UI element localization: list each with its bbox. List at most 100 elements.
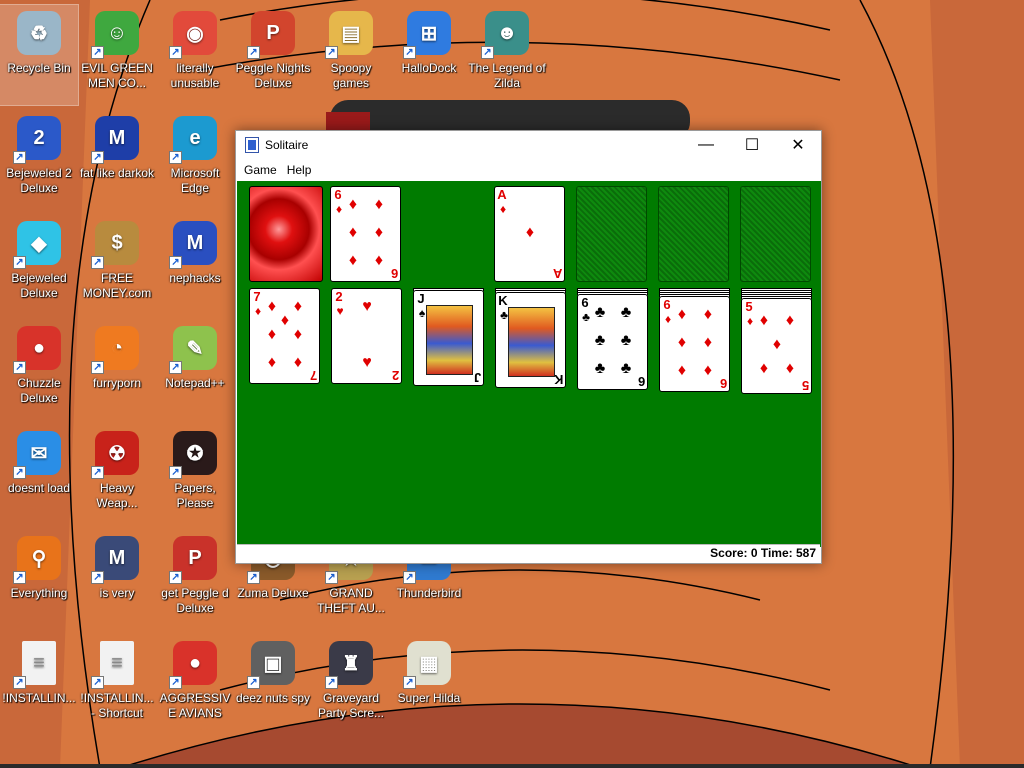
desktop-shortcut-label: Bejeweled 2 Deluxe [6, 166, 72, 195]
card-rank-bottom: 2 [391, 368, 399, 383]
shortcut-arrow-icon: ↗ [91, 676, 104, 689]
money-bag-icon: $ ↗ [91, 219, 141, 269]
tableau-card[interactable]: 7 ♦ 7 ♦ ♦ ♦ ♦ ♦ ♦ ♦ [249, 288, 320, 384]
desktop-shortcut-label: Heavy Weap... [96, 481, 138, 510]
desktop-shortcut[interactable]: M ↗ fat like darkok [78, 110, 156, 210]
desktop-shortcut[interactable]: M ↗ is very [78, 530, 156, 630]
card-pip-icon: ♦ [759, 360, 769, 377]
minimize-button[interactable]: — [683, 131, 729, 159]
desktop-shortcut-label: Notepad++ [165, 376, 225, 390]
desktop-shortcut[interactable]: $ ↗ FREE MONEY.com [78, 215, 156, 315]
desktop-shortcut[interactable]: ☻ ↗ The Legend of Zilda [468, 5, 546, 105]
desktop-shortcut[interactable]: ≡ ↗ !INSTALLIN... - Shortcut [78, 635, 156, 735]
desktop-shortcut[interactable]: ◔ ↗ furryporn [78, 320, 156, 420]
shortcut-arrow-icon: ↗ [91, 46, 104, 59]
stock-pile[interactable] [249, 186, 323, 282]
card-pip-icon: ♦ [374, 196, 384, 213]
tableau-card[interactable]: 2 ♥ 2 ♥ ♥ [331, 288, 402, 384]
card-rank-bottom: 6 [719, 376, 727, 391]
desktop-shortcut[interactable]: ▦ ↗ Super Hilda [390, 635, 468, 735]
tableau-card[interactable]: 6 ♣ 6 ♣ ♣ ♣ ♣ ♣ ♣ [577, 294, 648, 390]
desktop-shortcut[interactable]: ≡ ↗ !INSTALLIN... [0, 635, 78, 735]
desktop-shortcut[interactable]: ◉ ↗ literally unusable [156, 5, 234, 105]
menu-game[interactable]: Game [240, 163, 281, 177]
desktop-shortcut[interactable]: ☺ ↗ EVIL GREEN MEN CO... [78, 5, 156, 105]
card-rank: K [498, 293, 508, 308]
game-table[interactable]: 6 ♦ 6 ♦ ♦ ♦ ♦ ♦ ♦ A ♦ A ♦ 7 ♦ 7 ♦ ♦ ♦ ♦ ♦ ♦ ♦ 2 ♥ 2 ♥ ♥ J ♠ J K ♣ K 6 ♣ 6 ♣… [237, 181, 821, 547]
tableau-card[interactable]: J ♠ J [413, 290, 484, 386]
desktop-shortcut-label: furryporn [92, 376, 142, 390]
card-rank-bottom: K [553, 372, 563, 387]
shortcut-arrow-icon: ↗ [247, 676, 260, 689]
card-pip-icon: ♦ [293, 354, 303, 371]
desktop-shortcut[interactable]: M ↗ nephacks [156, 215, 234, 315]
gem-icon: ◆ ↗ [13, 219, 63, 269]
card-rank: 6 [663, 297, 671, 312]
card-rank-bottom: 7 [309, 368, 317, 383]
shortcut-arrow-icon: ↗ [91, 466, 104, 479]
desktop-shortcut-label: is very [99, 586, 135, 600]
chrome-icon: ◉ ↗ [169, 9, 219, 59]
foundation-slot-empty[interactable] [658, 186, 729, 282]
desktop-shortcut-label: doesnt load [7, 481, 71, 495]
shortcut-arrow-icon: ↗ [91, 151, 104, 164]
desktop-shortcut[interactable]: ⊞ ↗ HalloDock [390, 5, 468, 105]
desktop-shortcut[interactable]: P ↗ get Peggle d Deluxe [156, 530, 234, 630]
desktop-shortcut[interactable]: P ↗ Peggle Nights Deluxe [234, 5, 312, 105]
maximize-button[interactable]: ☐ [729, 131, 775, 159]
desktop-shortcut-label: AGGRESSIVE AVIANS [159, 691, 231, 720]
mpi-icon: M ↗ [91, 534, 141, 584]
shortcut-arrow-icon: ↗ [13, 151, 26, 164]
desktop-shortcut-label: !INSTALLIN... [2, 691, 76, 705]
card-suit-icon: ♦ [254, 304, 262, 318]
desktop-shortcut[interactable]: ⚲ ↗ Everything [0, 530, 78, 630]
desktop-shortcut-label: Spoopy games [330, 61, 372, 90]
windows-logo-icon: ⊞ ↗ [403, 9, 453, 59]
desktop-shortcut[interactable]: ✎ ↗ Notepad++ [156, 320, 234, 420]
desktop-shortcut[interactable]: ● ↗ AGGRESSIVE AVIANS [156, 635, 234, 735]
foundation-card[interactable]: A ♦ A ♦ [494, 186, 565, 282]
card-rank: 5 [745, 299, 753, 314]
papers-please-icon: ✪ ↗ [169, 429, 219, 479]
desktop-shortcut[interactable]: 2 ↗ Bejeweled 2 Deluxe [0, 110, 78, 210]
card-pip-icon: ♦ [267, 354, 277, 371]
card-pip-icon: ♦ [703, 334, 713, 351]
angry-bird-icon: ● ↗ [169, 639, 219, 689]
menu-help[interactable]: Help [283, 163, 316, 177]
desktop-shortcut[interactable]: ▤ ↗ Spoopy games [312, 5, 390, 105]
desktop-shortcut[interactable]: ♜ ↗ Graveyard Party Scre... [312, 635, 390, 735]
window-title: Solitaire [265, 138, 309, 152]
title-bar[interactable]: Solitaire — ☐ ✕ [236, 131, 821, 159]
status-bar: Score: 0 Time: 587 [237, 544, 820, 562]
foundation-slot-empty[interactable] [576, 186, 647, 282]
tableau-card[interactable]: 5 ♦ 5 ♦ ♦ ♦ ♦ ♦ [741, 298, 812, 394]
desktop-shortcut-label: Microsoft Edge [170, 166, 220, 195]
close-button[interactable]: ✕ [775, 131, 821, 159]
shortcut-arrow-icon: ↗ [169, 571, 182, 584]
desktop-shortcut-label: Papers, Please [174, 481, 216, 510]
card-pip-icon: ♥ [362, 354, 372, 371]
desktop-shortcut[interactable]: e ↗ Microsoft Edge [156, 110, 234, 210]
card-rank: J [417, 291, 425, 306]
foundation-slot-empty[interactable] [740, 186, 811, 282]
desktop-shortcut[interactable]: ◆ ↗ Bejeweled Deluxe [0, 215, 78, 315]
desktop-shortcut[interactable]: ♻ Recycle Bin [0, 4, 79, 106]
green-men-icon: ☺ ↗ [91, 9, 141, 59]
desktop-shortcut[interactable]: ● ↗ Chuzzle Deluxe [0, 320, 78, 420]
shortcut-arrow-icon: ↗ [403, 676, 416, 689]
desktop-shortcut[interactable]: ✉ ↗ doesnt load [0, 425, 78, 525]
card-pip-icon: ♦ [293, 326, 303, 343]
card-rank: A [497, 187, 507, 202]
desktop-shortcut[interactable]: ▣ ↗ deez nuts spy [234, 635, 312, 735]
desktop-shortcut[interactable]: ✪ ↗ Papers, Please [156, 425, 234, 525]
card-pip-icon: ♣ [620, 360, 632, 377]
solitaire-window[interactable]: Solitaire — ☐ ✕ Game Help 6 ♦ 6 ♦ ♦ ♦ ♦ ♦ ♦ A ♦ A ♦… [235, 130, 822, 564]
shortcut-arrow-icon: ↗ [91, 361, 104, 374]
desktop-shortcut[interactable]: ☢ ↗ Heavy Weap... [78, 425, 156, 525]
waste-pile-card[interactable]: 6 ♦ 6 ♦ ♦ ♦ ♦ ♦ ♦ [330, 186, 401, 282]
tableau-card[interactable]: K ♣ K [495, 292, 566, 388]
tableau-card[interactable]: 6 ♦ 6 ♦ ♦ ♦ ♦ ♦ ♦ [659, 296, 730, 392]
card-rank: 7 [253, 289, 261, 304]
card-pip-icon: ♦ [348, 196, 358, 213]
card-suit-icon: ♣ [582, 310, 590, 324]
